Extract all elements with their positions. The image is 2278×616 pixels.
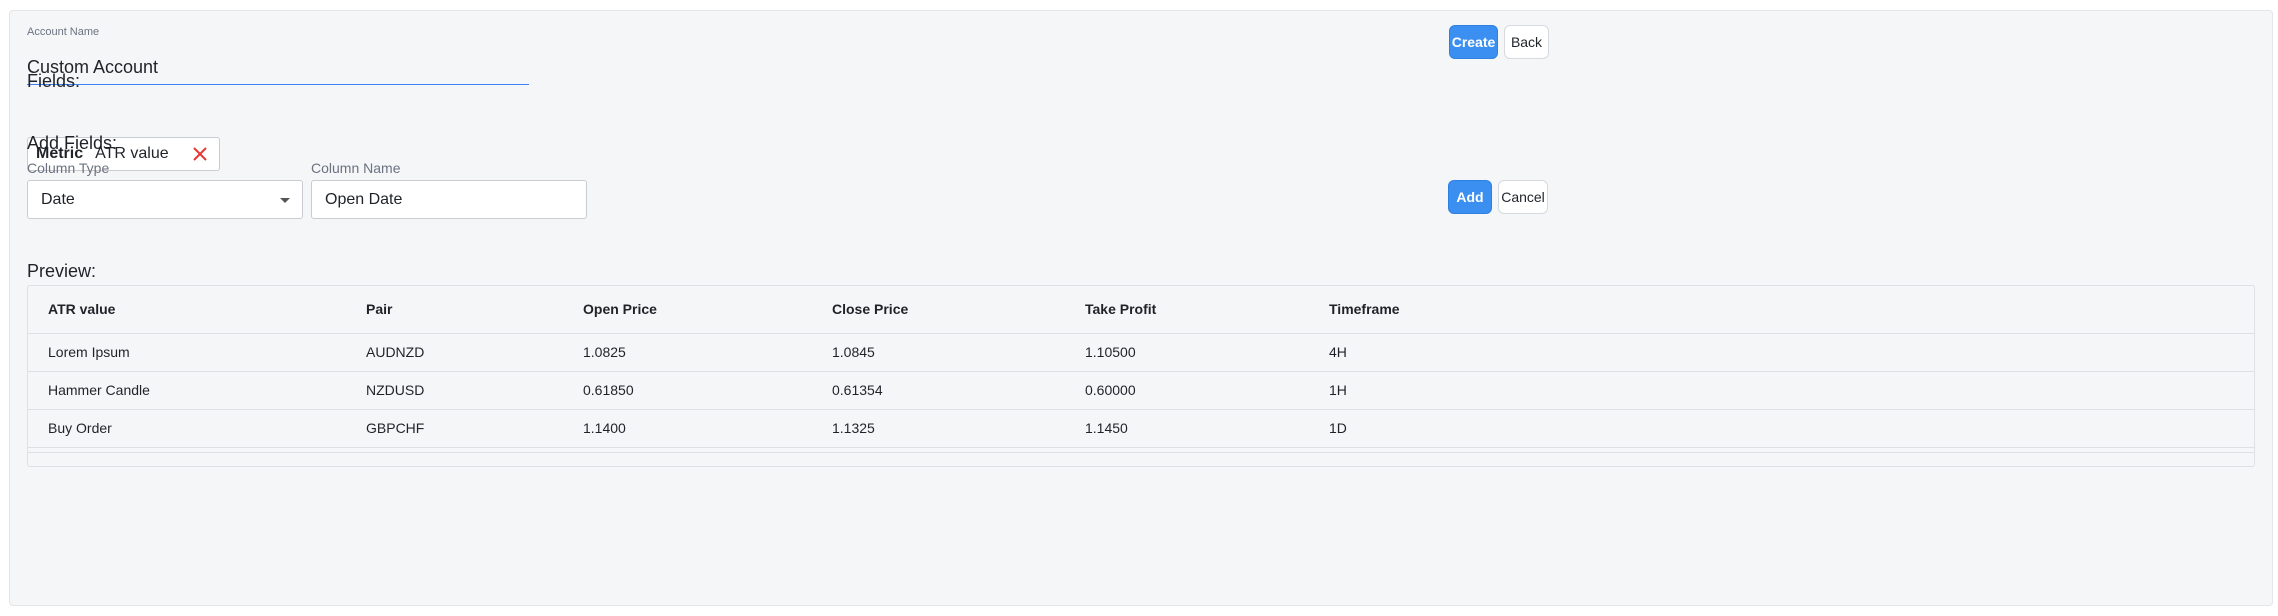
table-cell: 1.0825: [563, 333, 812, 372]
table-cell: 1H: [1309, 371, 2254, 410]
table-cell: 0.61850: [563, 371, 812, 410]
fields-title: Fields:: [27, 71, 81, 91]
column-header: ATR value: [28, 286, 346, 334]
table-cell: 1.1325: [812, 409, 1065, 448]
table-cell: 1.0845: [812, 333, 1065, 372]
create-button[interactable]: Create: [1449, 25, 1498, 59]
account-name-label: Account Name: [27, 26, 100, 38]
table-cell: 1D: [1309, 409, 2254, 448]
table-row: Hammer Candle NZDUSD 0.61850 0.61354 0.60000…: [28, 371, 2254, 410]
column-name-value: Open Date: [325, 190, 403, 208]
column-header: Timeframe: [1309, 286, 2254, 334]
table-cell: 1.1400: [563, 409, 812, 448]
column-header: Take Profit: [1065, 286, 1309, 334]
cancel-button[interactable]: Cancel: [1498, 180, 1548, 214]
table-cell: NZDUSD: [346, 371, 563, 410]
table-cell: GBPCHF: [346, 409, 563, 448]
chevron-down-icon: [280, 198, 290, 203]
add-button[interactable]: Add: [1448, 180, 1492, 214]
table-cell: 4H: [1309, 333, 2254, 372]
column-header: Pair: [346, 286, 563, 334]
column-type-select[interactable]: Date: [27, 180, 303, 219]
close-icon[interactable]: [191, 145, 209, 163]
column-name-input[interactable]: Open Date: [311, 180, 587, 219]
preview-title: Preview:: [27, 261, 97, 281]
column-type-value: Date: [41, 190, 75, 208]
table-cell: Hammer Candle: [28, 371, 346, 410]
back-button[interactable]: Back: [1504, 25, 1549, 59]
table-header-row: ATR value Pair Open Price Close Price Take P…: [28, 286, 2254, 334]
horizontal-scrollbar[interactable]: [28, 452, 2254, 466]
add-fields-title: Add Fields:: [27, 133, 118, 153]
create-account-card: Account Name Create Back Fields: Metric …: [9, 10, 2273, 606]
table-row: Buy Order GBPCHF 1.1400 1.1325 1.1450 1D: [28, 409, 2254, 448]
account-name-input[interactable]: [27, 45, 529, 85]
table-row: Lorem Ipsum AUDNZD 1.0825 1.0845 1.10500 4H: [28, 333, 2254, 372]
table-cell: Lorem Ipsum: [28, 333, 346, 372]
table-cell: 0.61354: [812, 371, 1065, 410]
column-header: Close Price: [812, 286, 1065, 334]
preview-table: ATR value Pair Open Price Close Price Take P…: [27, 285, 2255, 467]
table-cell: AUDNZD: [346, 333, 563, 372]
column-type-label: Column Type: [27, 160, 110, 176]
table-cell: Buy Order: [28, 409, 346, 448]
table-cell: 1.1450: [1065, 409, 1309, 448]
column-header: Open Price: [563, 286, 812, 334]
table-cell: 1.10500: [1065, 333, 1309, 372]
table-cell: 0.60000: [1065, 371, 1309, 410]
column-name-label: Column Name: [311, 160, 401, 176]
